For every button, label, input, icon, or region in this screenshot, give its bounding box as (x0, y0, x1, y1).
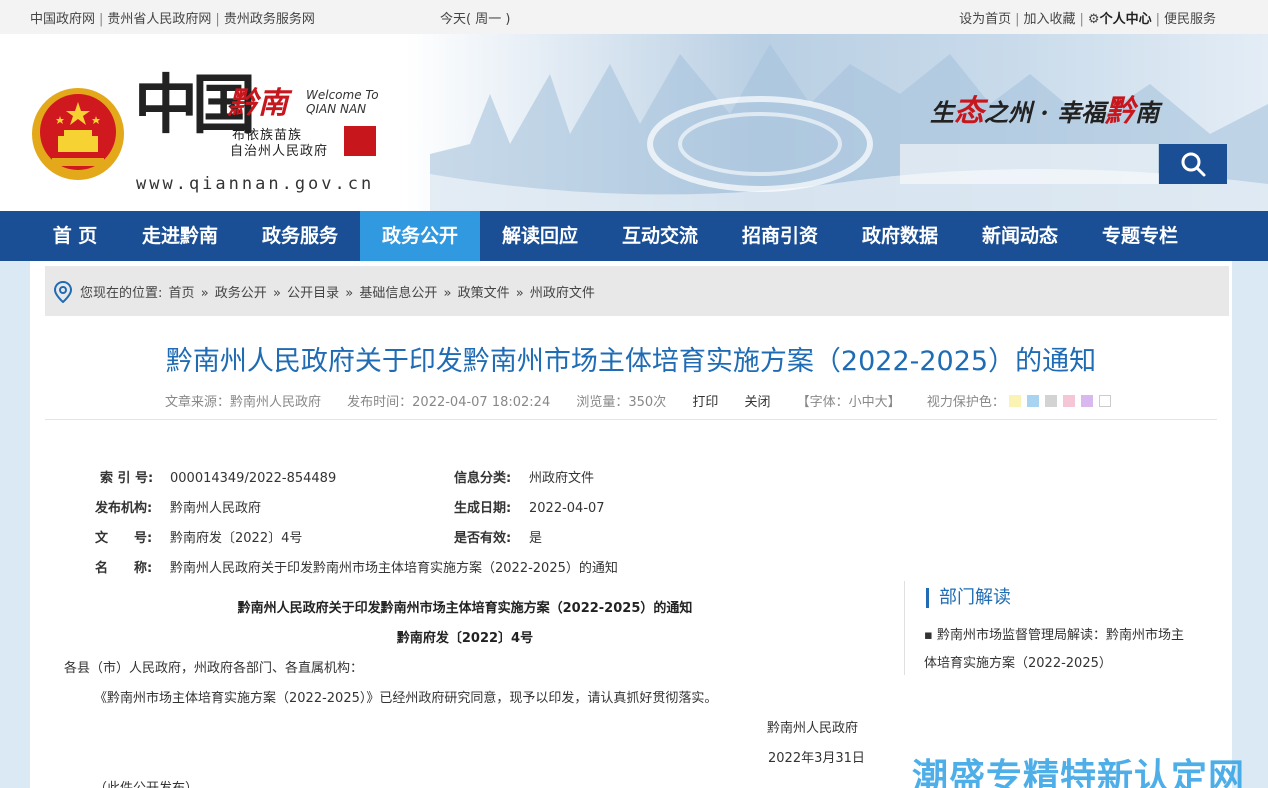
nav-interaction[interactable]: 互动交流 (600, 211, 720, 261)
today-date: 今天( 周一 ) (440, 12, 511, 27)
eye-color-yellow[interactable] (1008, 395, 1021, 407)
doc-footer: （此件公开发布） (94, 777, 198, 788)
info-doc-no: 文 号: 黔南府发〔2022〕4号 (95, 531, 303, 546)
search-button[interactable] (1159, 144, 1227, 184)
article-source: 文章来源：黔南州人民政府 (165, 395, 322, 410)
link-china-gov[interactable]: 中国政府网 (30, 12, 95, 27)
user-center-icon: ⚙ (1087, 12, 1100, 27)
doc-number: 黔南府发〔2022〕4号 (396, 631, 534, 646)
breadcrumb-state-docs[interactable]: 州政府文件 (530, 286, 595, 301)
nav-about-qiannan[interactable]: 走进黔南 (120, 211, 240, 261)
set-homepage-link[interactable]: 设为首页 (959, 12, 1011, 27)
top-bar: 中国政府网 | 贵州省人民政府网 | 贵州政务服务网 今天( 周一 ) 设为首页 | 加入收… (0, 0, 1268, 34)
breadcrumb: 您现在的位置: 首页 » 政务公开 » 公开目录 » 基础信息公开 » 政策文件… (45, 266, 1229, 316)
welcome-line2: QIAN NAN (306, 102, 367, 116)
nav-special-topics[interactable]: 专题专栏 (1080, 211, 1200, 261)
welcome-line1: Welcome To (306, 88, 379, 102)
info-name: 名 称: 黔南州人民政府关于印发黔南州市场主体培育实施方案（2022-2025）的… (95, 561, 618, 576)
national-emblem-icon (32, 88, 124, 180)
logo-welcome: Welcome To QIAN NAN (306, 88, 379, 116)
content-panel: 您现在的位置: 首页 » 政务公开 » 公开目录 » 基础信息公开 » 政策文件… (30, 261, 1232, 788)
info-valid: 是否有效: 是 (454, 531, 543, 546)
public-service-link[interactable]: 便民服务 (1164, 12, 1216, 27)
doc-signer: 黔南州人民政府 (767, 721, 859, 736)
nav-investment[interactable]: 招商引资 (720, 211, 840, 261)
gov-links: 中国政府网 | 贵州省人民政府网 | 贵州政务服务网 (30, 12, 315, 27)
breadcrumb-home[interactable]: 首页 (169, 286, 195, 301)
logo-qiannan-text: 黔南 (228, 86, 288, 121)
info-date: 生成日期: 2022-04-07 (454, 501, 605, 516)
nav-news[interactable]: 新闻动态 (960, 211, 1080, 261)
breadcrumb-text: 您现在的位置: 首页 » 政务公开 » 公开目录 » 基础信息公开 » 政策文件… (80, 286, 595, 301)
close-button[interactable]: 关闭 (745, 395, 771, 410)
nav-interpretation[interactable]: 解读回应 (480, 211, 600, 261)
logo-subtitle-2: 自治州人民政府 (230, 144, 329, 159)
header-slogan: 生态之州 · 幸福黔南 (930, 94, 1160, 129)
article-views: 浏览量：350次 (576, 395, 667, 410)
location-pin-icon (53, 281, 73, 303)
eye-color-gray[interactable] (1044, 395, 1057, 407)
search-icon (1181, 152, 1206, 177)
bullet-icon: ▪ (924, 628, 937, 643)
info-index-no: 索 引 号: 000014349/2022-854489 (100, 471, 337, 486)
nav-home[interactable]: 首 页 (30, 211, 120, 261)
font-size-control[interactable]: 【字体：小中大】 (797, 395, 901, 410)
site-url: www.qiannan.gov.cn (136, 174, 375, 194)
eye-protect-label: 视力保护色： (926, 395, 1005, 410)
doc-body: 《黔南州市场主体培育实施方案（2022-2025）》已经州政府研究同意，现予以印… (94, 691, 718, 706)
sidebar-interpretation-link[interactable]: ▪ 黔南州市场监督管理局解读：黔南州市场主体培育实施方案（2022-2025） (924, 622, 1194, 678)
add-favorite-link[interactable]: 加入收藏 (1024, 12, 1076, 27)
doc-sign-date: 2022年3月31日 (768, 751, 865, 766)
eye-color-pink[interactable] (1062, 395, 1075, 407)
user-center-link[interactable]: 个人中心 (1100, 12, 1152, 27)
info-category: 信息分类: 州政府文件 (454, 471, 595, 486)
sidebar-divider (904, 581, 905, 675)
link-guizhou-gov[interactable]: 贵州省人民政府网 (107, 12, 211, 27)
breadcrumb-gov-open[interactable]: 政务公开 (215, 286, 267, 301)
breadcrumb-catalog[interactable]: 公开目录 (287, 286, 339, 301)
article-meta: 文章来源：黔南州人民政府 发布时间：2022-04-07 18:02:24 浏览… (165, 391, 1117, 410)
article-title: 黔南州人民政府关于印发黔南州市场主体培育实施方案（2022-2025）的通知 (165, 346, 1097, 377)
eye-color-blue[interactable] (1026, 395, 1039, 407)
sidebar-link-text: 黔南州市场监督管理局解读：黔南州市场主体培育实施方案（2022-2025） (924, 628, 1184, 671)
meta-divider (45, 419, 1217, 420)
nav-gov-service[interactable]: 政务服务 (240, 211, 360, 261)
info-publisher: 发布机构: 黔南州人民政府 (95, 501, 262, 516)
doc-heading: 黔南州人民政府关于印发黔南州市场主体培育实施方案（2022-2025）的通知 (237, 601, 693, 616)
nav-gov-affairs-open[interactable]: 政务公开 (360, 211, 480, 261)
sidebar-title: 部门解读 (926, 588, 1011, 608)
breadcrumb-basic-info[interactable]: 基础信息公开 (359, 286, 437, 301)
search-input[interactable] (900, 144, 1158, 184)
watermark-text: 潮盛专精特新认定网 (912, 757, 1246, 788)
breadcrumb-prefix: 您现在的位置: (80, 286, 163, 301)
eye-color-purple[interactable] (1080, 395, 1093, 407)
print-button[interactable]: 打印 (692, 395, 718, 410)
nav-gov-data[interactable]: 政府数据 (840, 211, 960, 261)
eye-color-white[interactable] (1098, 395, 1111, 407)
breadcrumb-policy-docs[interactable]: 政策文件 (458, 286, 510, 301)
doc-salutation: 各县（市）人民政府，州政府各部门、各直属机构： (64, 661, 364, 676)
link-guizhou-service[interactable]: 贵州政务服务网 (224, 12, 315, 27)
logo-seal-icon (344, 126, 376, 156)
site-header: 中国 黔南 Welcome To QIAN NAN 布依族苗族 自治州人民政府 … (0, 34, 1268, 211)
article-publish-time: 发布时间：2022-04-07 18:02:24 (347, 395, 551, 410)
utility-links: 设为首页 | 加入收藏 | ⚙个人中心 | 便民服务 (959, 12, 1216, 27)
main-nav: 首 页 走进黔南 政务服务 政务公开 解读回应 互动交流 招商引资 政府数据 新… (0, 211, 1268, 261)
